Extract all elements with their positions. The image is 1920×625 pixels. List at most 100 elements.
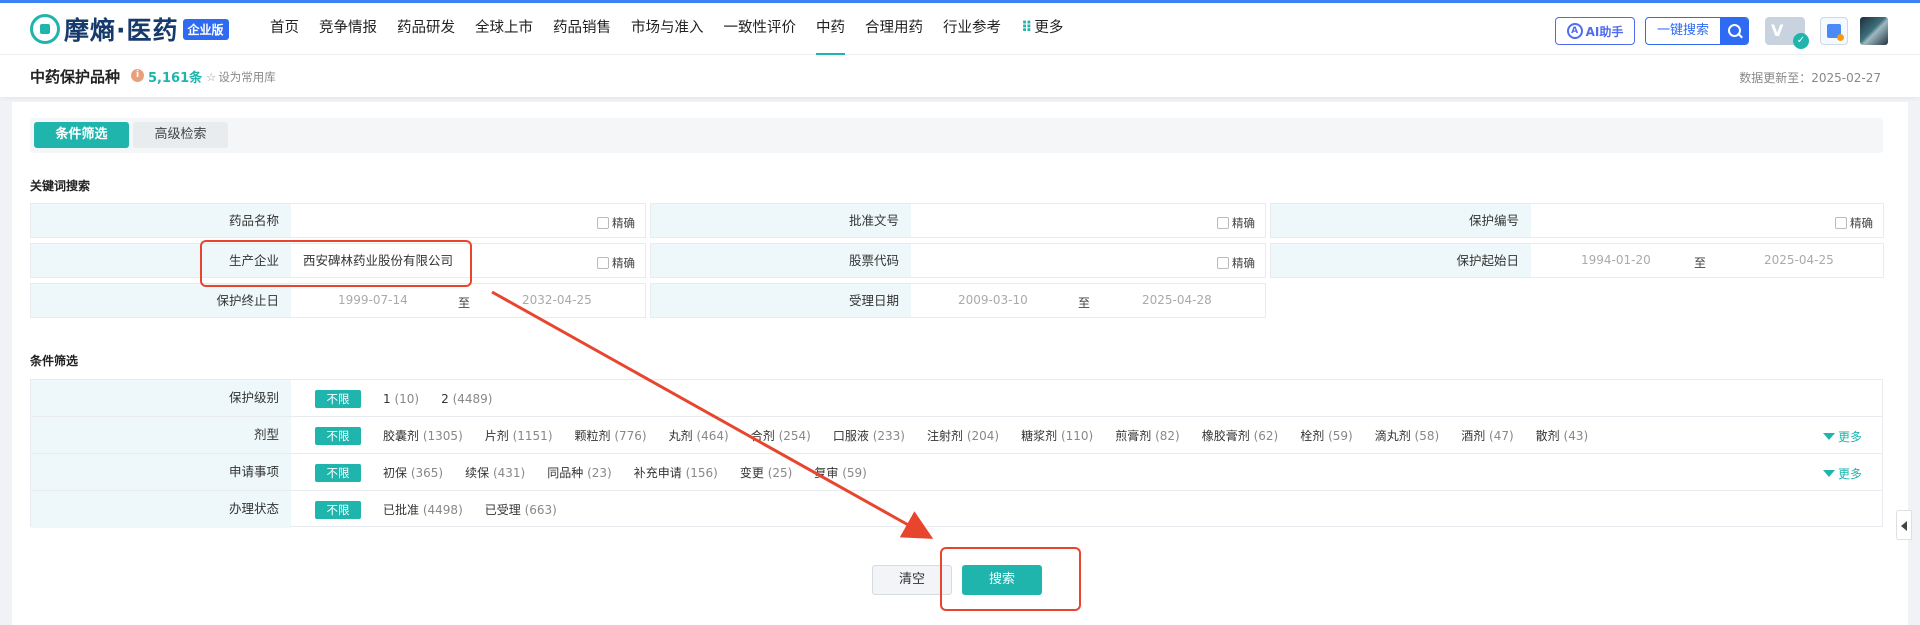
grid-dots-icon: ⠿	[1021, 20, 1033, 36]
filter-option[interactable]: 复审 (59)	[814, 464, 866, 481]
filter-all-tag[interactable]: 不限	[315, 389, 361, 408]
nav-item-rnd[interactable]: 药品研发	[387, 3, 465, 55]
drug-name-exact-toggle[interactable]: 精确	[597, 215, 635, 231]
ai-assistant-button[interactable]: A AI助手	[1555, 17, 1635, 45]
checkbox[interactable]	[1835, 217, 1847, 229]
filter-all-tag[interactable]: 不限	[315, 500, 361, 519]
protection-start-to-input[interactable]: 2025-04-25	[1764, 253, 1834, 267]
filter-option[interactable]: 滴丸剂 (58)	[1375, 427, 1439, 444]
acceptance-from-input[interactable]: 2009-03-10	[958, 293, 1028, 307]
nav-item-more[interactable]: ⠿ 更多	[1011, 3, 1073, 55]
info-icon[interactable]: i	[131, 69, 144, 82]
stock-code-exact-toggle[interactable]: 精确	[1217, 255, 1255, 271]
application-more-link[interactable]: 更多	[1822, 465, 1862, 482]
filter-option[interactable]: 酒剂 (47)	[1461, 427, 1513, 444]
option-name: 变更	[739, 466, 764, 480]
set-favorite-label: 设为常用库	[218, 70, 276, 84]
checkbox[interactable]	[1217, 217, 1229, 229]
filter-option[interactable]: 栓剂 (59)	[1300, 427, 1352, 444]
option-count: (776)	[614, 429, 647, 443]
nav-item-global-launch[interactable]: 全球上市	[465, 3, 543, 55]
filter-option[interactable]: 已批准 (4498)	[383, 501, 463, 518]
filter-option[interactable]: 变更 (25)	[740, 464, 792, 481]
filter-label: 申请事项	[31, 454, 291, 490]
condition-filter-table: 保护级别 不限 1 (10) 2 (4489) 剂型 不限 胶囊剂 (1305)…	[30, 379, 1883, 528]
nav-item-competition[interactable]: 竞争情报	[309, 3, 387, 55]
record-count: 5,161条	[148, 71, 203, 86]
option-name: 栓剂	[1300, 429, 1325, 443]
filter-all-tag[interactable]: 不限	[315, 463, 361, 482]
filter-option[interactable]: 口服液 (233)	[833, 427, 905, 444]
option-count: (4498)	[422, 503, 463, 517]
filter-option[interactable]: 橡胶膏剂 (62)	[1202, 427, 1278, 444]
option-name: 已批准	[383, 503, 420, 517]
filter-option[interactable]: 合剂 (254)	[751, 427, 811, 444]
filter-option[interactable]: 煎膏剂 (82)	[1115, 427, 1179, 444]
approval-number-exact-toggle[interactable]: 精确	[1217, 215, 1255, 231]
one-click-search-button[interactable]: 一键搜索	[1645, 17, 1749, 45]
page-title: 中药保护品种	[30, 68, 121, 86]
filter-all-tag[interactable]: 不限	[315, 426, 361, 445]
annotation-highlight-search	[940, 547, 1081, 611]
tab-condition-filter[interactable]: 条件筛选	[34, 122, 129, 148]
nav-item-rational-use[interactable]: 合理用药	[855, 3, 933, 55]
protection-end-from-input[interactable]: 1999-07-14	[338, 293, 408, 307]
filter-option[interactable]: 注射剂 (204)	[927, 427, 999, 444]
protection-start-from-input[interactable]: 1994-01-20	[1581, 253, 1651, 267]
option-count: (1305)	[422, 429, 463, 443]
acceptance-date-field: 受理日期 2009-03-10 至 2025-04-28	[650, 283, 1266, 318]
collapse-arrow-icon[interactable]	[1896, 510, 1912, 540]
nav-item-industry-ref[interactable]: 行业参考	[933, 3, 1011, 55]
vip-icon[interactable]: V ✓	[1765, 17, 1809, 49]
manufacturer-exact-toggle[interactable]: 精确	[597, 255, 635, 271]
filter-option[interactable]: 初保 (365)	[383, 464, 443, 481]
option-name: 滴丸剂	[1374, 429, 1411, 443]
protection-number-exact-toggle[interactable]: 精确	[1835, 215, 1873, 231]
exact-label: 精确	[1850, 216, 1873, 230]
logo-icon	[30, 14, 60, 44]
stock-code-input[interactable]	[913, 244, 1213, 277]
drug-name-input[interactable]	[293, 204, 593, 237]
checkbox[interactable]	[597, 257, 609, 269]
filter-label: 剂型	[31, 417, 291, 453]
nav-item-home[interactable]: 首页	[260, 3, 309, 55]
nav-item-tcm[interactable]: 中药	[806, 3, 855, 55]
filter-option[interactable]: 胶囊剂 (1305)	[383, 427, 463, 444]
filter-option[interactable]: 补充申请 (156)	[634, 464, 718, 481]
filter-option[interactable]: 片剂 (1151)	[485, 427, 553, 444]
search-mode-tabs: 条件筛选 高级检索	[30, 118, 1883, 153]
option-count: (59)	[1328, 429, 1353, 443]
filter-option[interactable]: 丸剂 (464)	[669, 427, 729, 444]
option-name: 合剂	[750, 429, 775, 443]
filter-option[interactable]: 散剂 (43)	[1536, 427, 1588, 444]
filter-option[interactable]: 糖浆剂 (110)	[1021, 427, 1093, 444]
filter-option[interactable]: 1 (10)	[383, 392, 419, 406]
protection-number-input[interactable]	[1533, 204, 1833, 237]
set-favorite-link[interactable]: ☆ 设为常用库	[206, 69, 276, 85]
filter-option[interactable]: 2 (4489)	[441, 392, 492, 406]
nav-item-sales[interactable]: 药品销售	[543, 3, 621, 55]
nav-item-market-access[interactable]: 市场与准入	[621, 3, 714, 55]
approval-number-input[interactable]	[913, 204, 1213, 237]
page-subheader: 中药保护品种 i 5,161条 ☆ 设为常用库 数据更新至：2025-02-27	[0, 55, 1920, 97]
ai-assistant-label: AI助手	[1585, 24, 1624, 39]
brand-logo[interactable]: 摩熵·医药 企业版	[30, 12, 229, 46]
filter-option[interactable]: 已受理 (663)	[485, 501, 557, 518]
checkbox[interactable]	[1217, 257, 1229, 269]
acceptance-to-input[interactable]: 2025-04-28	[1142, 293, 1212, 307]
tab-advanced-search[interactable]: 高级检索	[133, 122, 228, 148]
filter-option[interactable]: 颗粒剂 (776)	[575, 427, 647, 444]
option-name: 同品种	[547, 466, 584, 480]
filter-row-dosage-form: 剂型 不限 胶囊剂 (1305) 片剂 (1151) 颗粒剂 (776) 丸剂 (46…	[31, 417, 1882, 454]
protection-end-to-input[interactable]: 2032-04-25	[522, 293, 592, 307]
book-icon[interactable]	[1820, 17, 1848, 45]
drug-name-field: 药品名称 精确	[30, 203, 646, 238]
dosage-more-link[interactable]: 更多	[1822, 428, 1862, 445]
avatar[interactable]	[1860, 17, 1888, 45]
filter-option[interactable]: 同品种 (23)	[547, 464, 611, 481]
nav-item-consistency[interactable]: 一致性评价	[714, 3, 807, 55]
filter-option[interactable]: 续保 (431)	[465, 464, 525, 481]
checkbox[interactable]	[597, 217, 609, 229]
filter-row-status: 办理状态 不限 已批准 (4498) 已受理 (663)	[31, 491, 1882, 528]
option-name: 续保	[465, 466, 490, 480]
